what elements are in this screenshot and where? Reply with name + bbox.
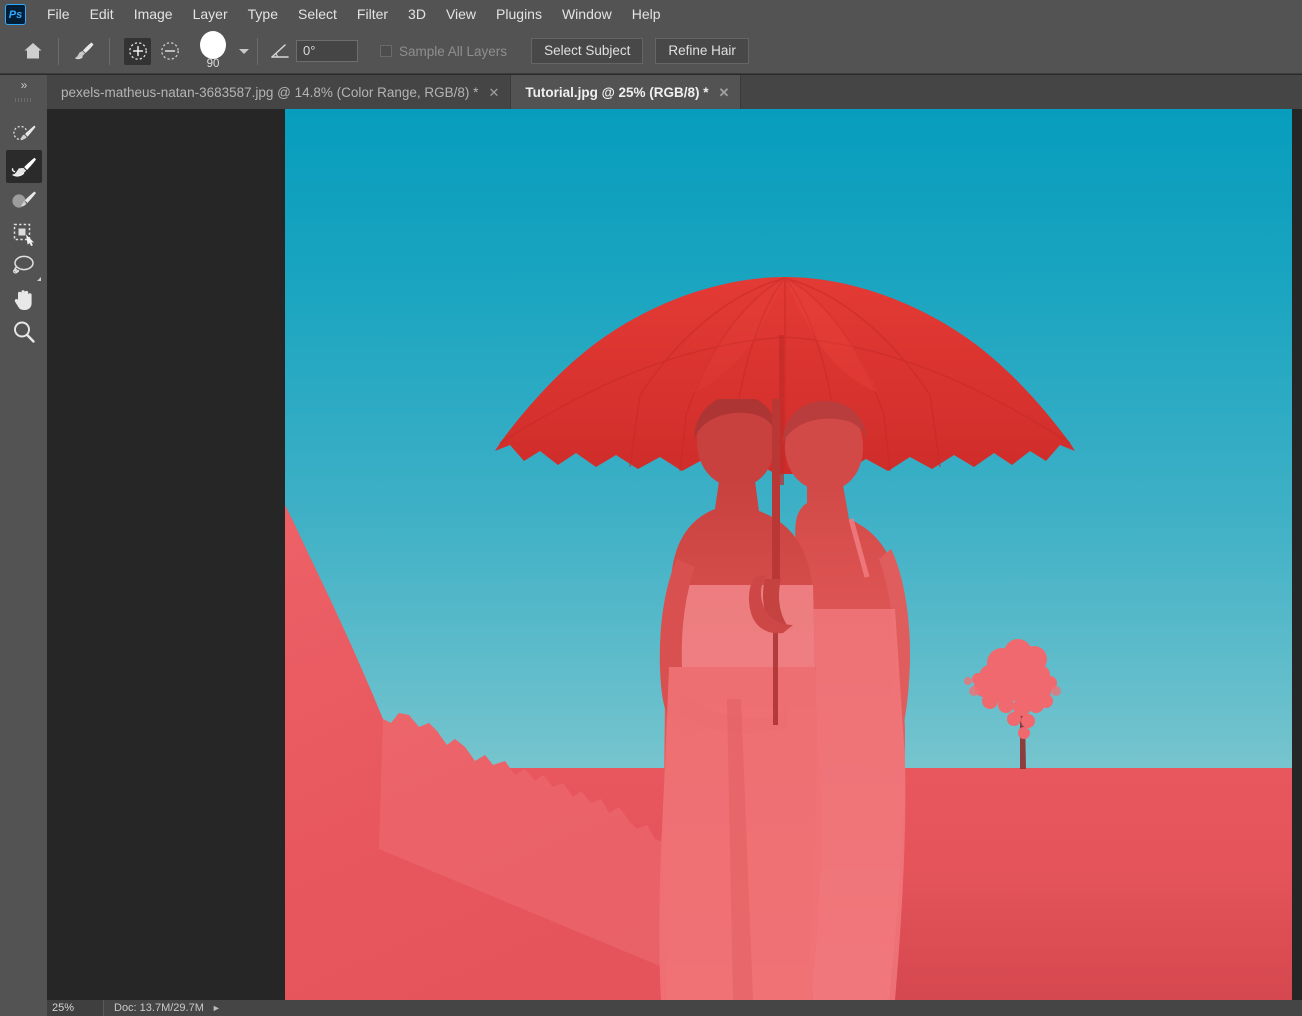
status-bar: 25% Doc: 13.7M/29.7M ► [47, 1000, 1302, 1016]
options-divider [58, 38, 59, 65]
menu-bar: Ps File Edit Image Layer Type Select Fil… [0, 0, 1302, 29]
menu-item-image[interactable]: Image [124, 0, 183, 29]
tool-lasso[interactable] [6, 249, 42, 282]
menu-item-window[interactable]: Window [552, 0, 622, 29]
collapse-panel-icon[interactable]: » [0, 75, 47, 95]
close-icon[interactable]: ✕ [488, 86, 499, 99]
tool-zoom[interactable] [6, 315, 42, 348]
menu-item-3d[interactable]: 3D [398, 0, 436, 29]
tool-crop[interactable] [6, 216, 42, 249]
brush-preset-picker[interactable]: 90 [191, 31, 235, 71]
sample-all-layers-checkbox[interactable]: Sample All Layers [380, 44, 507, 59]
document-tab-pexels[interactable]: pexels-matheus-natan-3683587.jpg @ 14.8%… [47, 75, 511, 109]
angle-input[interactable]: 0° [296, 40, 358, 62]
tool-object-selection[interactable] [6, 117, 42, 150]
document-tab-title: Tutorial.jpg @ 25% (RGB/8) * [525, 85, 708, 100]
subtract-from-selection-button[interactable] [156, 38, 183, 65]
document-tab-bar: pexels-matheus-natan-3683587.jpg @ 14.8%… [47, 75, 1302, 109]
menu-item-view[interactable]: View [436, 0, 486, 29]
close-icon[interactable]: ✕ [719, 86, 730, 99]
tools-panel: » [0, 75, 47, 1016]
tool-magic-wand[interactable] [6, 183, 42, 216]
menu-item-filter[interactable]: Filter [347, 0, 398, 29]
document-tab-title: pexels-matheus-natan-3683587.jpg @ 14.8%… [61, 85, 478, 100]
select-subject-button[interactable]: Select Subject [531, 38, 643, 64]
checkbox-box[interactable] [380, 45, 392, 57]
document-canvas[interactable] [285, 109, 1292, 1000]
photoshop-logo-icon: Ps [5, 4, 26, 25]
tree-mask-region [960, 629, 1100, 774]
panel-drag-handle[interactable] [0, 95, 47, 105]
brush-size-label: 90 [207, 59, 220, 70]
menu-item-edit[interactable]: Edit [80, 0, 124, 29]
quick-mask-brush-icon[interactable] [65, 32, 103, 70]
angle-icon [270, 42, 290, 60]
menu-item-help[interactable]: Help [622, 0, 671, 29]
photoshop-window: Ps File Edit Image Layer Type Select Fil… [0, 0, 1302, 1016]
status-chevron-icon[interactable]: ► [212, 1003, 221, 1013]
menu-item-select[interactable]: Select [288, 0, 347, 29]
add-to-selection-button[interactable] [124, 38, 151, 65]
home-icon[interactable] [14, 32, 52, 70]
brush-preset-swatch [200, 31, 226, 59]
sample-all-layers-label: Sample All Layers [399, 44, 507, 59]
document-info-label: Doc: 13.7M/29.7M [104, 1002, 204, 1014]
menu-item-type[interactable]: Type [238, 0, 288, 29]
options-bar: 90 0° Sample All Layers Select Subject R… [0, 29, 1302, 74]
document-tab-tutorial[interactable]: Tutorial.jpg @ 25% (RGB/8) * ✕ [511, 75, 741, 109]
tool-quick-selection[interactable] [6, 150, 42, 183]
figures-mask-region [637, 399, 937, 1000]
menu-item-layer[interactable]: Layer [183, 0, 238, 29]
chevron-down-icon[interactable] [239, 49, 249, 54]
canvas-workspace[interactable] [47, 109, 1302, 1000]
options-divider-3 [257, 38, 258, 65]
options-divider-2 [109, 38, 110, 65]
menu-item-plugins[interactable]: Plugins [486, 0, 552, 29]
tool-hand[interactable] [6, 282, 42, 315]
refine-hair-button[interactable]: Refine Hair [655, 38, 749, 64]
zoom-level-input[interactable]: 25% [47, 1000, 103, 1016]
tool-flyout-indicator [37, 277, 41, 281]
menu-item-file[interactable]: File [37, 0, 80, 29]
